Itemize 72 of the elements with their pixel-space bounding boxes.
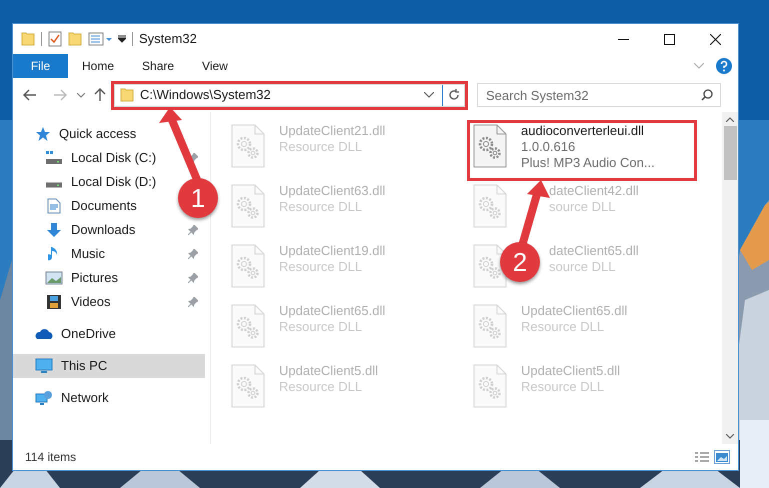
refresh-icon [448, 89, 460, 101]
file-gears-icon [231, 184, 265, 228]
file-gears-icon [231, 244, 265, 288]
file-gears-icon [473, 184, 507, 228]
music-note-icon [48, 246, 60, 262]
sidebar-item[interactable]: This PC [13, 354, 205, 378]
sidebar-item[interactable]: Quick access [13, 122, 144, 146]
pin-icon [188, 273, 198, 283]
file-detail: 1.0.0.616 [521, 139, 576, 155]
window-title: System32 [139, 30, 197, 48]
address-field[interactable]: C:\Windows\System32 [114, 84, 465, 106]
scroll-down-icon[interactable] [726, 434, 734, 439]
file-gears-icon [231, 364, 265, 408]
tiles-view-button[interactable] [714, 450, 730, 464]
properties-dropdown-icon[interactable] [88, 32, 112, 46]
scrollbar[interactable] [722, 112, 738, 444]
network-icon [35, 390, 53, 406]
folder-icon [21, 32, 35, 46]
file-gears-icon [473, 124, 507, 168]
checklist-icon[interactable] [48, 31, 62, 47]
file-detail: Plus! MP3 Audio Con... [521, 155, 655, 171]
address-path: C:\Windows\System32 [140, 86, 271, 104]
landscape-picture-icon [45, 271, 63, 285]
details-view-button[interactable] [694, 450, 710, 464]
file-gears-icon [473, 244, 507, 288]
details-list-icon [695, 452, 709, 462]
cloud-icon [35, 328, 53, 340]
pin-icon [188, 297, 198, 307]
back-arrow-icon[interactable] [23, 89, 37, 101]
document-icon [47, 198, 61, 214]
close-icon [710, 34, 720, 44]
customize-caret-icon[interactable] [118, 35, 126, 43]
help-icon[interactable] [716, 58, 732, 74]
scroll-up-icon[interactable] [726, 117, 734, 122]
sidebar-item[interactable]: Downloads [13, 218, 210, 242]
search-field[interactable]: Search System32 [477, 83, 721, 107]
sidebar-item[interactable]: Videos [13, 290, 210, 314]
new-folder-icon [68, 32, 82, 46]
file-gears-icon [231, 124, 265, 168]
sidebar-item[interactable]: Network [13, 386, 117, 410]
sidebar-item[interactable]: Local Disk (C:) [13, 146, 210, 170]
sidebar-item[interactable]: Pictures [13, 266, 210, 290]
file-tab[interactable]: File [13, 54, 68, 78]
search-icon [701, 89, 713, 101]
file-gears-icon [473, 364, 507, 408]
chevron-down-icon[interactable] [424, 92, 434, 98]
star-icon [35, 126, 51, 142]
file-name[interactable]: audioconverterleui.dll [521, 123, 655, 139]
file-gears-icon [473, 304, 507, 348]
item-count: 114 items [25, 449, 76, 466]
sidebar-item[interactable]: Local Disk (D:) [13, 170, 162, 194]
film-strip-icon [46, 294, 62, 310]
folder-icon [120, 88, 134, 102]
ribbon-tab[interactable]: Home [68, 54, 128, 78]
sidebar-item[interactable]: OneDrive [13, 322, 124, 346]
up-arrow-icon[interactable] [94, 88, 106, 102]
file-gears-icon [231, 304, 265, 348]
minimize-icon [618, 38, 628, 40]
tiles-icon [716, 452, 728, 462]
drive-icon [45, 182, 63, 188]
download-arrow-icon [46, 222, 62, 238]
monitor-icon [35, 358, 53, 374]
pin-icon [188, 225, 198, 235]
scrollbar-thumb[interactable] [724, 126, 736, 180]
ribbon-tab[interactable]: Share [128, 54, 188, 78]
sidebar-item[interactable]: Documents [13, 194, 143, 218]
sidebar-item[interactable]: Music [13, 242, 210, 266]
ribbon-tab[interactable]: View [188, 54, 242, 78]
drive-icon [45, 151, 63, 165]
pin-icon [188, 249, 198, 259]
chevron-down-icon[interactable] [77, 92, 85, 98]
maximize-icon [664, 34, 674, 44]
